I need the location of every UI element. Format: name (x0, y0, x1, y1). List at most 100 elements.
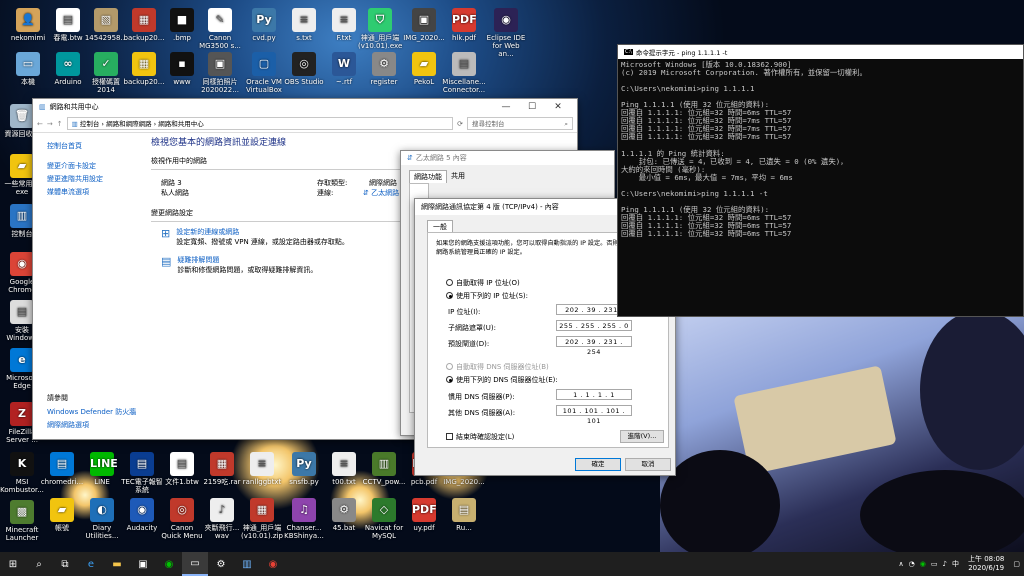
minimize-button[interactable]: — (493, 102, 519, 112)
search-icon[interactable]: ⌕ (26, 552, 52, 576)
auto-dns-radio[interactable]: 自動取得 DNS 伺服器位址(B) (446, 362, 549, 372)
desktop-icon[interactable]: ▤ chromedri... (40, 452, 84, 486)
tray-chevron-icon[interactable]: ∧ (899, 560, 904, 568)
desktop-icon[interactable]: ▥ CCTV_pow... (362, 452, 406, 486)
desktop-icon[interactable]: ✎ Canon MG3500 s... (198, 8, 242, 50)
desktop-icon[interactable]: ▦ 神通_用戶端 (v10.01).zip (240, 498, 284, 540)
desktop-icon[interactable]: ◉ Audacity (120, 498, 164, 532)
tray-line-icon[interactable]: ◉ (920, 560, 926, 568)
ok-button[interactable]: 確定 (575, 458, 621, 471)
network-window-icon[interactable]: ▥ (234, 552, 260, 576)
firewall-link[interactable]: Windows Defender 防火牆 (47, 407, 136, 417)
app-icon: ✓ (94, 52, 118, 76)
search-input[interactable]: 搜尋控制台 ⌕ (467, 117, 573, 130)
desktop-icon[interactable]: PDF uy.pdf (402, 498, 446, 532)
network-tray-icon[interactable]: ▭ (931, 560, 938, 568)
desktop-icon[interactable]: ▤ Ru... (442, 498, 486, 532)
desktop-icon[interactable]: ◉ Eclipse IDE for Web an... (484, 8, 528, 58)
edge-icon[interactable]: e (78, 552, 104, 576)
radio-disabled-icon (446, 363, 453, 370)
desktop-icon[interactable]: ♪ 夾斷飛行... wav (200, 498, 244, 540)
clock[interactable]: 上午 08:08 2020/6/19 (968, 555, 1004, 573)
store-icon[interactable]: ▣ (130, 552, 156, 576)
desktop-icon[interactable]: ▤ TEC電子報智 系統 (120, 452, 164, 494)
sidebar-item-media[interactable]: 媒體串流選項 (47, 187, 147, 197)
refresh-icon[interactable]: ⟳ (457, 120, 463, 128)
desktop-icon[interactable]: ⚙ register (362, 52, 406, 86)
validate-checkbox[interactable]: 結束時確認設定(L) (446, 432, 514, 442)
desktop-icon[interactable]: ▩ Minecraft Launcher (0, 500, 44, 542)
preferred-dns-field[interactable]: 1 . 1 . 1 . 1 (556, 389, 632, 400)
settings-icon[interactable]: ⚙ (208, 552, 234, 576)
desktop-icon[interactable]: ▰ PekoL (402, 52, 446, 86)
troubleshoot-link[interactable]: 疑難排解問題 (177, 255, 317, 265)
tray-app-icon[interactable]: ◔ (909, 560, 915, 568)
windows-start-icon[interactable]: ⊞ (0, 552, 26, 576)
desktop-icon[interactable]: W ~.rtf (322, 52, 366, 86)
app-icon: ◉ (494, 8, 518, 32)
task-view-icon[interactable]: ⧉ (52, 552, 78, 576)
desktop-icon[interactable]: PDF hlk.pdf (442, 8, 486, 42)
desktop-icon[interactable]: Py snsfb.py (282, 452, 326, 486)
desktop-icon[interactable]: ▤ Miscellane... Connector... (442, 52, 486, 94)
up-arrow-icon[interactable]: ↑ (57, 120, 63, 128)
gateway-field[interactable]: 202 . 39 . 231 . 254 (556, 336, 632, 356)
desktop-icon[interactable]: ≡ t00.txt (322, 452, 366, 486)
sidebar-item-sharing[interactable]: 變更進階共用設定 (47, 174, 147, 184)
new-connection-link[interactable]: 設定新的連線或網路 (176, 227, 349, 237)
forward-arrow-icon[interactable]: → (47, 120, 53, 128)
desktop-icon[interactable]: ≡ ranllggbtxt (240, 452, 284, 486)
desktop-icon[interactable]: ⚙ 45.bat (322, 498, 366, 532)
tab-sharing[interactable]: 共用 (447, 170, 469, 183)
internet-options-link[interactable]: 網際網路選項 (47, 420, 136, 430)
desktop-icon[interactable]: ◐ Diary Utilities... (80, 498, 124, 540)
desktop-icon-label: 本機 (21, 78, 35, 86)
desktop-icon[interactable]: K MSI Kombustor... (0, 452, 44, 494)
ethernet-icon: ⇵ (407, 154, 413, 162)
tab-networking[interactable]: 網路功能 (409, 170, 447, 183)
app-icon: ▤ (170, 452, 194, 476)
manual-ip-radio[interactable]: 使用下列的 IP 位址(S): (446, 291, 528, 301)
volume-icon[interactable]: ♪ (943, 560, 947, 568)
subnet-mask-field[interactable]: 255 . 255 . 255 . 0 (556, 320, 632, 331)
chrome-icon[interactable]: ◉ (260, 552, 286, 576)
sidebar-item-home[interactable]: 控制台首頁 (47, 141, 147, 151)
notification-icon[interactable]: ▢ (1013, 560, 1020, 568)
desktop-icon[interactable]: ◇ Navicat for MySQL (362, 498, 406, 540)
close-button[interactable]: ✕ (545, 102, 571, 112)
desktop-icon[interactable]: ▤ 文件1.btw (160, 452, 204, 486)
auto-ip-radio[interactable]: 自動取得 IP 位址(O) (446, 278, 520, 288)
desktop-icon[interactable]: ⛉ 神通_用戶端 (v10.01).exe (358, 8, 402, 50)
line-icon[interactable]: ◉ (156, 552, 182, 576)
back-arrow-icon[interactable]: ← (37, 120, 43, 128)
desktop-icon[interactable]: 👤 nekomimi (6, 8, 50, 42)
file-explorer-icon[interactable]: ▬ (104, 552, 130, 576)
desktop-icon-label: 神通_用戶端 (v10.01).exe (358, 34, 403, 50)
console-output[interactable]: Microsoft Windows [版本 10.0.18362.900] (c)… (618, 59, 1023, 240)
cancel-button[interactable]: 取消 (625, 458, 671, 471)
cmd-icon[interactable]: ▭ (182, 552, 208, 576)
sidebar-item-adapter[interactable]: 變更介面卡設定 (47, 161, 147, 171)
desktop-icon[interactable]: ▣ 同樣拍照片 2020022... (198, 52, 242, 94)
desktop-icon[interactable]: ◎ Canon Quick Menu (160, 498, 204, 540)
advanced-button[interactable]: 進階(V)... (620, 430, 664, 443)
breadcrumb[interactable]: ▥ 控制台 › 網路和網際網路 › 網路和共用中心 (66, 117, 454, 130)
desktop-icon[interactable]: ▭ 本機 (6, 52, 50, 86)
desktop-icon[interactable]: ≡ s.txt (282, 8, 326, 42)
desktop-icon[interactable]: ♫ Chanser... KBShinya... (282, 498, 326, 540)
desktop-icon[interactable]: LINE LINE (80, 452, 124, 486)
alternate-dns-field[interactable]: 101 . 101 . 101 . 101 (556, 405, 632, 425)
language-indicator[interactable]: 中 (952, 559, 959, 569)
manual-dns-radio[interactable]: 使用下列的 DNS 伺服器位址(E): (446, 375, 558, 385)
desktop-icon-label: s.txt (296, 34, 312, 42)
desktop-icon[interactable]: ▦ 2159吃.rar (200, 452, 244, 486)
desktop-icon[interactable]: ▢ Oracle VM VirtualBox (242, 52, 286, 94)
desktop-icon[interactable]: ▣ IMG_2020... (402, 8, 446, 42)
troubleshoot-desc: 診斷和修復網路問題，或取得疑難排解資訊。 (177, 266, 318, 274)
window-title: 網際網路通訊協定第 4 版 (TCP/IPv4) - 內容 (421, 203, 559, 211)
maximize-button[interactable]: ☐ (519, 102, 545, 112)
desktop-icon-label: cvd.py (252, 34, 276, 42)
desktop-icon[interactable]: ▰ 帳號 (40, 498, 84, 532)
desktop-icon[interactable]: Py cvd.py (242, 8, 286, 42)
desktop-icon[interactable]: ◎ OBS Studio (282, 52, 326, 86)
